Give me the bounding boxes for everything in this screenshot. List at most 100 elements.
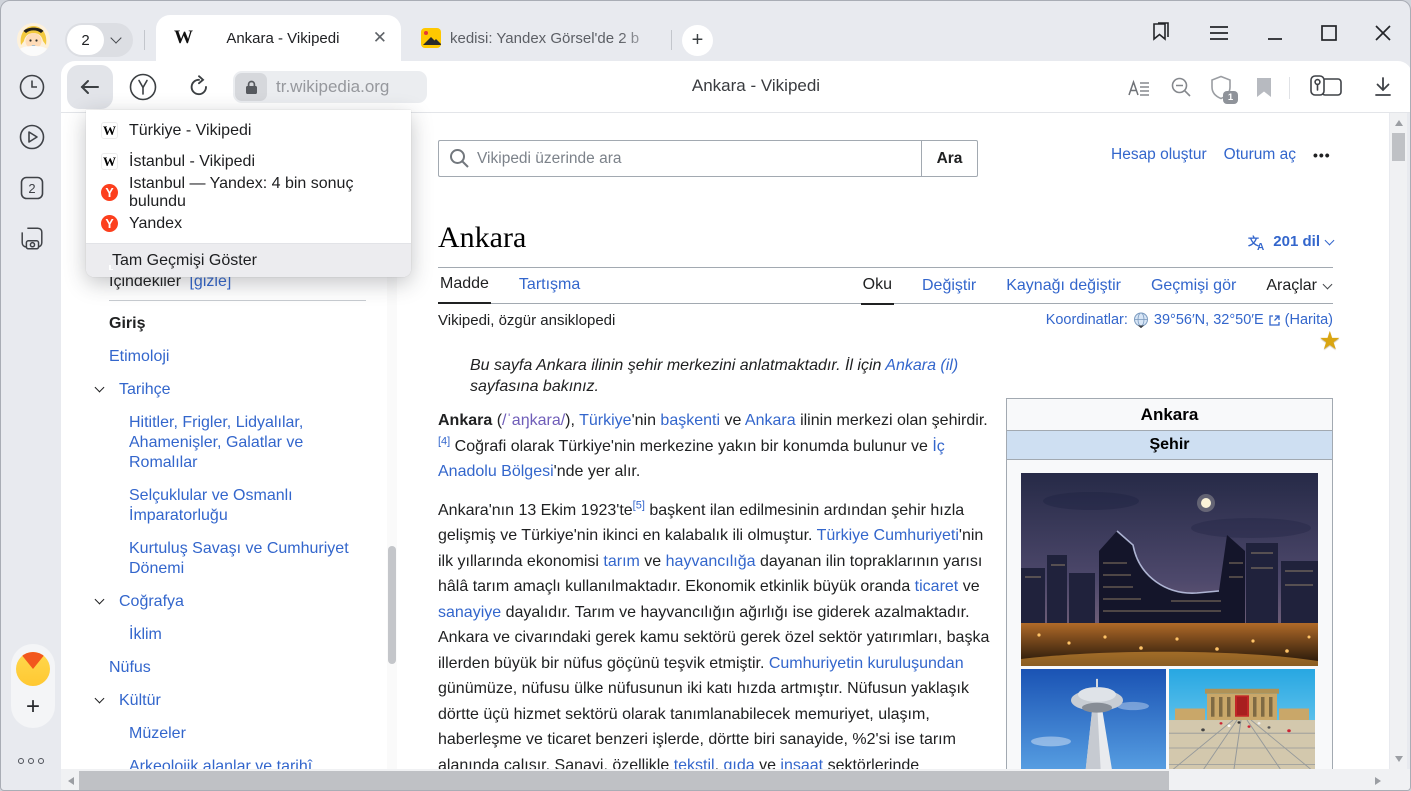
- secure-badge[interactable]: [235, 73, 267, 101]
- hatnote: Bu sayfa Ankara ilinin şehir merkezini a…: [438, 355, 995, 397]
- tab-kaynagi-degistir[interactable]: Kaynağı değiştir: [1004, 277, 1123, 304]
- protect-shield-button[interactable]: 1: [1204, 73, 1238, 101]
- wikipedia-favicon-icon: W: [101, 153, 118, 170]
- minimize-button[interactable]: [1263, 22, 1287, 44]
- browser-menu-button[interactable]: [1207, 22, 1231, 44]
- maximize-button[interactable]: [1317, 22, 1341, 44]
- zoom-page-button[interactable]: [1165, 73, 1197, 101]
- side-panel-button[interactable]: [1149, 22, 1173, 44]
- show-full-history-item[interactable]: Tam Geçmişi Göster: [86, 243, 411, 277]
- vertical-scrollbar[interactable]: [1390, 113, 1407, 769]
- scroll-left-arrow[interactable]: [63, 769, 79, 791]
- reader-mode-icon: [1128, 78, 1150, 96]
- coordinates: Koordinatlar: 39°56′N, 32°50′E (Harita): [1046, 312, 1333, 328]
- scroll-up-arrow[interactable]: [1390, 115, 1407, 131]
- tab-title: Ankara - Vikipedi: [193, 30, 373, 47]
- tab-tartisma[interactable]: Tartışma: [517, 276, 582, 303]
- tab-araclar[interactable]: Araçlar: [1264, 277, 1333, 304]
- collections-icon: [1309, 74, 1343, 100]
- bookmarks-panel-icon: [1150, 22, 1173, 44]
- toc-scrollbar-thumb[interactable]: [388, 546, 396, 664]
- address-bar[interactable]: tr.wikipedia.org: [233, 71, 427, 103]
- svg-text:2: 2: [28, 181, 35, 196]
- history-item-istanbul-vikipedi[interactable]: W İstanbul - Vikipedi: [86, 146, 411, 177]
- toc-item-etimoloji[interactable]: Etimoloji: [95, 347, 345, 367]
- player-sidebar-button[interactable]: [18, 123, 46, 151]
- scroll-right-arrow[interactable]: [1370, 769, 1386, 791]
- create-account-link[interactable]: Hesap oluştur: [1111, 146, 1207, 164]
- toc-item-kurtulus[interactable]: Kurtuluş Savaşı ve Cumhuriyet Dönemi: [95, 539, 357, 579]
- navigation-toolbar: tr.wikipedia.org Ankara - Vikipedi 1: [61, 61, 1411, 113]
- translate-icon: 文 A: [1248, 234, 1267, 250]
- toc-item-cografya[interactable]: Coğrafya: [95, 592, 345, 612]
- sidebar-more-button[interactable]: [1, 751, 61, 769]
- clock-history-icon: [18, 73, 46, 101]
- history-sidebar-button[interactable]: [18, 73, 46, 101]
- divider: [1289, 77, 1290, 99]
- new-tab-button[interactable]: +: [682, 25, 713, 56]
- tabs-panel-button[interactable]: 2: [18, 174, 46, 202]
- search-input[interactable]: [438, 140, 921, 177]
- tab-kedisi-yandex-gorsel[interactable]: kedisi: Yandex Görsel'de 2 b: [403, 15, 665, 61]
- reader-mode-button[interactable]: [1123, 73, 1155, 101]
- chevron-down-icon[interactable]: [95, 383, 105, 393]
- login-link[interactable]: Oturum aç: [1224, 146, 1296, 164]
- coordinates-value[interactable]: 39°56′N, 32°50′E: [1154, 312, 1264, 328]
- toc-item-kultur[interactable]: Kültür: [95, 691, 345, 711]
- download-icon: [1373, 76, 1393, 98]
- divider: [671, 30, 672, 50]
- browser-window: 2 W Ankara - Vikipedi ✕ kedisi: Yandex G…: [0, 0, 1411, 791]
- language-selector[interactable]: 文 A 201 dil: [1248, 233, 1333, 250]
- close-window-button[interactable]: [1371, 22, 1395, 44]
- downloads-button[interactable]: [1367, 73, 1399, 101]
- tab-counter[interactable]: 2: [65, 23, 133, 57]
- chevron-down-icon[interactable]: [95, 694, 105, 704]
- minimize-icon: [1265, 23, 1285, 43]
- dot-icon: [28, 758, 34, 764]
- tab-oku[interactable]: Oku: [861, 276, 894, 305]
- search-button[interactable]: Ara: [921, 140, 978, 177]
- toc-item-arkeolojik[interactable]: Arkeolojik alanlar ve tarihî kalıntılar: [95, 757, 357, 769]
- profile-avatar[interactable]: [17, 23, 50, 56]
- image-favicon-icon: [421, 28, 441, 48]
- ankara-skyline-night-image[interactable]: [1021, 473, 1318, 666]
- more-options-icon[interactable]: •••: [1313, 147, 1331, 163]
- toc-scrollbar[interactable]: [387, 273, 397, 769]
- atakule-tower-image[interactable]: [1021, 669, 1166, 769]
- toc-item-nufus[interactable]: Nüfus: [95, 658, 345, 678]
- screenshot-camera-icon: [18, 223, 46, 253]
- back-button[interactable]: [67, 65, 113, 109]
- tab-gecmisi-gor[interactable]: Geçmişi gör: [1149, 277, 1238, 304]
- horizontal-scrollbar-thumb[interactable]: [79, 771, 1169, 790]
- vertical-scrollbar-thumb[interactable]: [1392, 133, 1405, 161]
- search-icon: [449, 148, 470, 174]
- anitkabir-mausoleum-image[interactable]: [1169, 669, 1315, 769]
- magnifier-minus-icon: [1170, 76, 1193, 99]
- horizontal-scrollbar[interactable]: [61, 769, 1390, 791]
- screenshot-sidebar-button[interactable]: [18, 224, 46, 252]
- yandex-mail-icon[interactable]: [16, 652, 50, 686]
- scroll-down-arrow[interactable]: [1390, 751, 1407, 767]
- history-item-yandex[interactable]: Y Yandex: [86, 208, 411, 239]
- refresh-button[interactable]: [179, 65, 219, 109]
- tab-madde[interactable]: Madde: [438, 275, 491, 304]
- collections-button[interactable]: [1307, 73, 1345, 101]
- history-item-turkiye[interactable]: W Türkiye - Vikipedi: [86, 115, 411, 146]
- tab-ankara-vikipedi[interactable]: W Ankara - Vikipedi ✕: [156, 15, 401, 61]
- add-app-button[interactable]: +: [26, 696, 40, 718]
- avatar-girl-icon: [17, 23, 50, 56]
- toc-item-hititler[interactable]: Hititler, Frigler, Lidyalılar, Ahamenişl…: [95, 413, 357, 473]
- bookmark-page-button[interactable]: [1249, 73, 1279, 101]
- toc-item-giris[interactable]: Giriş: [95, 314, 345, 334]
- toc-item-tarihce[interactable]: Tarihçe: [95, 380, 345, 400]
- close-tab-icon[interactable]: ✕: [373, 28, 387, 48]
- toc-item-iklim[interactable]: İklim: [95, 625, 357, 645]
- yandex-services-button[interactable]: [123, 65, 163, 109]
- paragraph: Ankara'nın 13 Ekim 1923'te[5] başkent il…: [438, 498, 995, 770]
- history-item-istanbul-yandex[interactable]: Y Istanbul — Yandex: 4 bin sonuç bulundu: [86, 177, 411, 208]
- tab-degistir[interactable]: Değiştir: [920, 277, 978, 304]
- toc-item-muzeler[interactable]: Müzeler: [95, 724, 357, 744]
- chevron-down-icon[interactable]: [95, 595, 105, 605]
- toc-item-selcuklular[interactable]: Selçuklular ve Osmanlı İmparatorluğu: [95, 486, 357, 526]
- page-title: Ankara - Vikipedi: [601, 76, 911, 96]
